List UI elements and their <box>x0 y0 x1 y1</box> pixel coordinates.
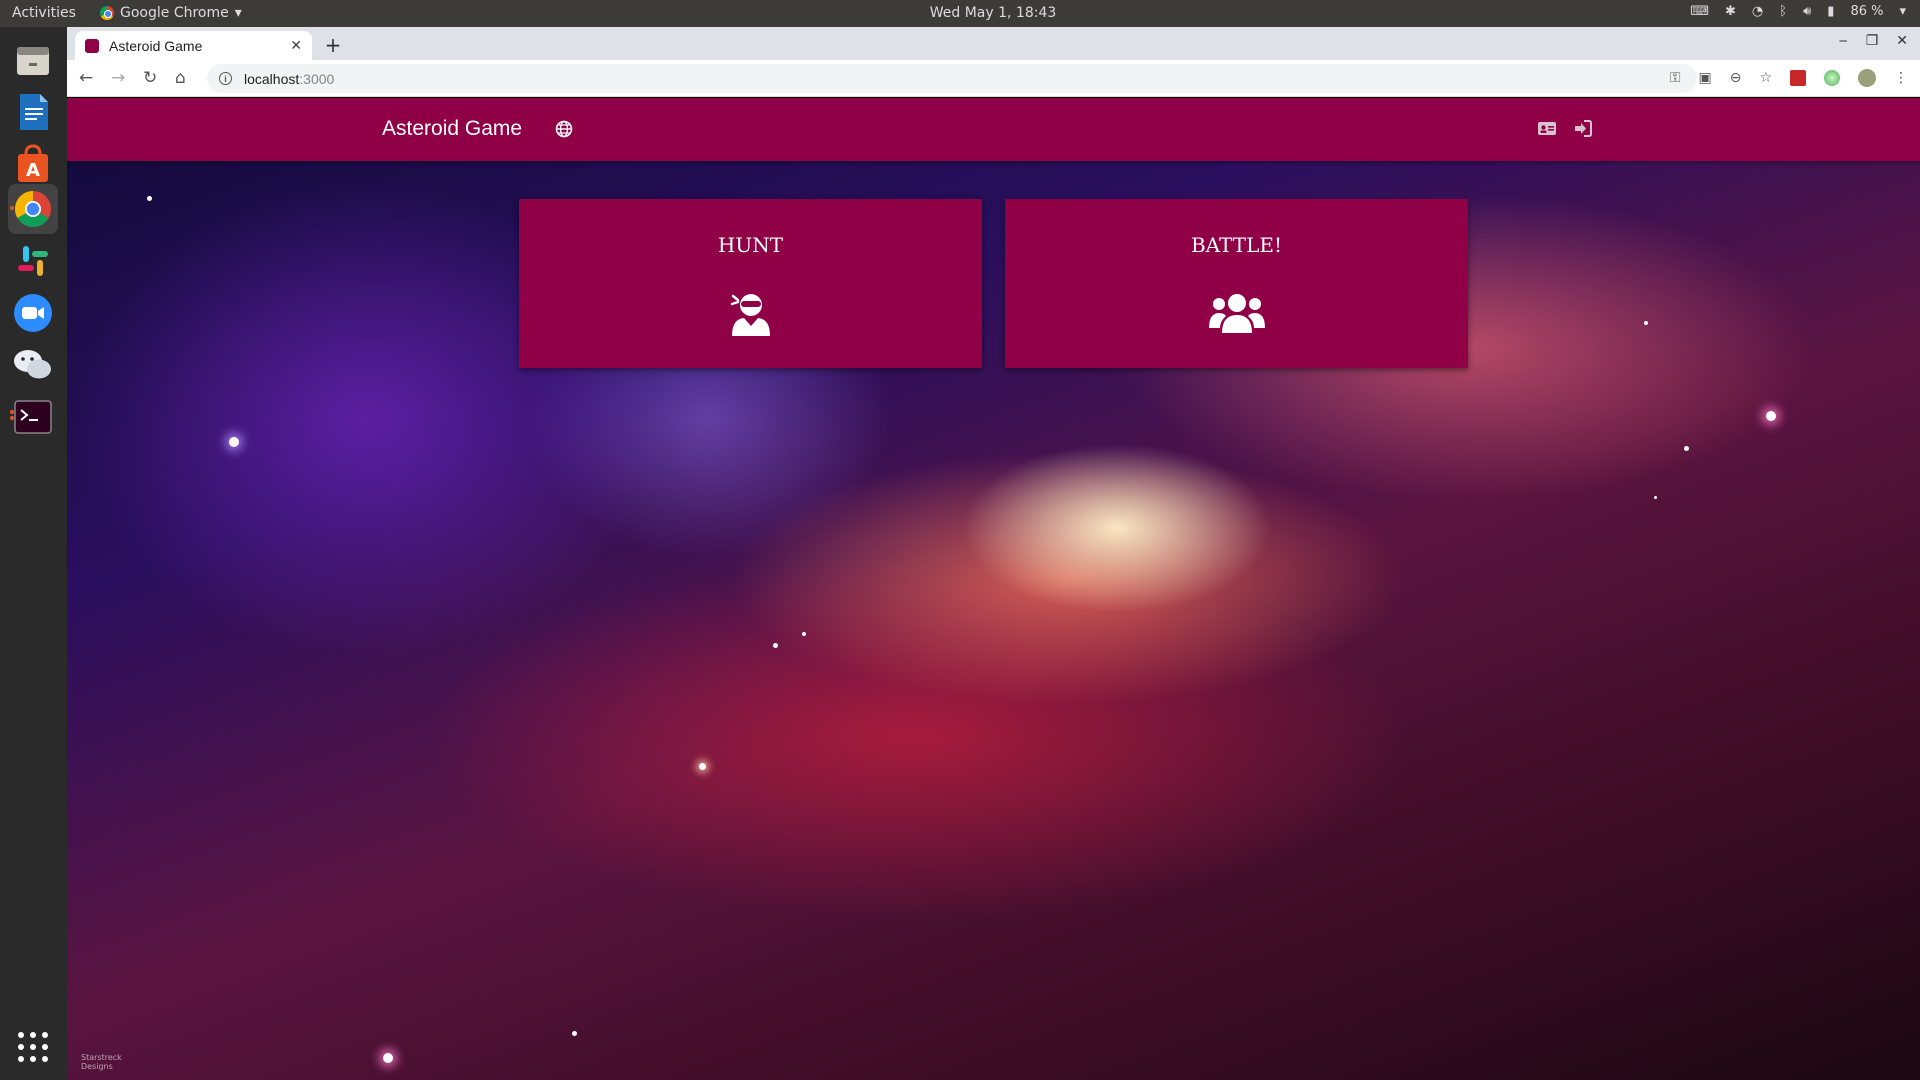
background-watermark: Starstreck Designs <box>81 1053 122 1071</box>
document-writer-icon <box>20 94 48 130</box>
slack-icon <box>18 246 48 276</box>
running-indicator <box>10 206 14 210</box>
id-card-icon[interactable] <box>1537 120 1557 137</box>
sign-in-icon[interactable] <box>1574 120 1592 137</box>
battery-percent: 86 % <box>1850 4 1884 19</box>
dock-software-center[interactable]: A <box>8 139 58 189</box>
hunt-label: HUNT <box>717 233 784 257</box>
svg-text:A: A <box>26 160 40 181</box>
star-decoration <box>147 196 152 201</box>
url-port: :3000 <box>299 70 335 87</box>
watermark-line: Designs <box>81 1062 113 1071</box>
star-decoration <box>572 1031 577 1036</box>
profile-avatar[interactable] <box>1858 69 1876 87</box>
tab-title: Asteroid Game <box>109 37 203 54</box>
star-decoration <box>1766 411 1776 421</box>
close-window-icon[interactable]: ✕ <box>1896 33 1908 49</box>
show-applications-button[interactable] <box>8 1022 58 1072</box>
video-camera-icon <box>14 294 52 332</box>
users-icon <box>1208 294 1265 333</box>
url-host: localhost <box>244 70 300 87</box>
extension-green-icon[interactable] <box>1824 70 1840 86</box>
forward-icon[interactable]: → <box>111 68 125 88</box>
star-decoration <box>229 437 239 447</box>
user-ninja-icon <box>730 294 770 336</box>
battery-icon[interactable]: ▮ <box>1827 4 1834 19</box>
chevron-down-icon[interactable]: ▾ <box>1899 4 1906 19</box>
address-bar[interactable]: i localhost:3000 <box>207 64 1697 93</box>
window-controls: ‒ ❐ ✕ <box>1839 33 1908 49</box>
reload-icon[interactable]: ↻ <box>143 68 157 88</box>
slack-tray-icon[interactable]: ✱ <box>1725 4 1736 19</box>
dock-writer[interactable] <box>8 87 58 137</box>
restore-icon[interactable]: ❐ <box>1866 33 1879 49</box>
dock-chrome[interactable] <box>8 184 58 234</box>
volume-icon[interactable]: 🔊︎ <box>1803 4 1811 19</box>
star-decoration <box>1684 446 1689 451</box>
dock-wechat[interactable] <box>8 340 58 390</box>
running-indicator <box>10 416 14 420</box>
toolbar-actions: ⚿ ▣ ⊖ ☆ ⋮ <box>1670 69 1908 87</box>
zoom-icon[interactable]: ⊖ <box>1730 70 1742 86</box>
system-tray[interactable]: ⌨ ✱ ◔ ᛒ 🔊︎ ▮ 86 % ▾ <box>1690 4 1906 19</box>
minimize-icon[interactable]: ‒ <box>1839 33 1848 49</box>
key-icon[interactable]: ⚿ <box>1670 70 1681 86</box>
bluetooth-icon[interactable]: ᛒ <box>1779 4 1787 19</box>
back-icon[interactable]: ← <box>79 68 93 88</box>
menu-kebab-icon[interactable]: ⋮ <box>1894 70 1908 86</box>
terminal-icon <box>14 400 52 434</box>
keyboard-icon[interactable]: ⌨ <box>1690 4 1709 19</box>
tab-strip: Asteroid Game ✕ + ‒ ❐ ✕ <box>67 27 1920 60</box>
page-viewport: Asteroid Game HUNT BATTLE! Starstreck De… <box>67 98 1920 1080</box>
favicon-icon <box>85 38 99 53</box>
shopping-bag-icon: A <box>18 144 48 182</box>
clock[interactable]: Wed May 1, 18:43 <box>0 5 1920 21</box>
hunt-mode-card[interactable]: HUNT <box>519 199 982 368</box>
running-indicator <box>10 410 14 414</box>
chat-bubbles-icon <box>14 350 51 379</box>
extension-red-icon[interactable] <box>1790 70 1806 86</box>
dock-files[interactable] <box>8 35 58 85</box>
app-grid-icon <box>18 1032 48 1062</box>
star-decoration <box>1644 321 1648 325</box>
battle-mode-card[interactable]: BATTLE! <box>1005 199 1468 368</box>
dock: A <box>0 27 67 1080</box>
star-decoration <box>802 632 806 636</box>
browser-tab[interactable]: Asteroid Game ✕ <box>75 31 312 60</box>
new-tab-button[interactable]: + <box>320 32 346 58</box>
battle-label: BATTLE! <box>1190 233 1282 257</box>
chrome-icon <box>14 191 51 228</box>
star-decoration <box>1654 496 1657 499</box>
close-tab-icon[interactable]: ✕ <box>290 38 302 54</box>
home-icon[interactable]: ⌂ <box>175 68 186 88</box>
dock-zoom[interactable] <box>8 288 58 338</box>
system-top-bar: Activities Google Chrome ▾ Wed May 1, 18… <box>0 0 1920 27</box>
translate-icon[interactable]: ▣ <box>1698 70 1711 86</box>
site-info-icon[interactable]: i <box>219 72 232 85</box>
dock-slack[interactable] <box>8 236 58 286</box>
watermark-line: Starstreck <box>81 1053 122 1062</box>
file-cabinet-icon <box>17 47 49 75</box>
app-header: Asteroid Game <box>67 98 1920 161</box>
star-decoration <box>773 643 778 648</box>
app-title[interactable]: Asteroid Game <box>382 117 522 141</box>
browser-toolbar: ← → ↻ ⌂ i localhost:3000 ⚿ ▣ ⊖ ☆ ⋮ <box>67 60 1920 97</box>
star-decoration <box>383 1053 393 1063</box>
dock-terminal[interactable] <box>8 392 58 442</box>
globe-icon[interactable] <box>555 120 573 138</box>
star-decoration <box>699 763 706 770</box>
bookmark-star-icon[interactable]: ☆ <box>1759 70 1772 86</box>
wifi-icon[interactable]: ◔ <box>1752 4 1763 19</box>
